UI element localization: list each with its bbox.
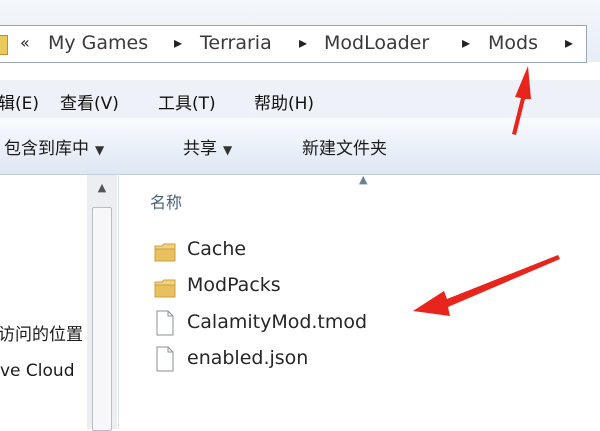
nav-scrollbar[interactable]: ▲	[87, 175, 117, 431]
folder-icon	[0, 35, 8, 55]
share-button[interactable]: 共享 ▼	[183, 134, 232, 159]
address-bar: « My Games ▸ Terraria ▸ ModLoader ▸ Mods…	[0, 0, 600, 63]
breadcrumb-arrow-icon[interactable]: ▸	[565, 33, 573, 52]
breadcrumb-arrow-icon[interactable]: ▸	[174, 33, 182, 52]
menu-view[interactable]: 查看(V)	[60, 89, 119, 114]
new-folder-button[interactable]: 新建文件夹	[302, 134, 387, 159]
scroll-up-icon[interactable]: ▲	[87, 181, 117, 199]
folder-icon	[154, 243, 176, 262]
menu-help[interactable]: 帮助(H)	[254, 89, 314, 114]
menu-tools[interactable]: 工具(T)	[158, 89, 216, 114]
address-box[interactable]: « My Games ▸ Terraria ▸ ModLoader ▸ Mods…	[0, 25, 587, 63]
dropdown-arrow-icon: ▼	[223, 143, 233, 157]
command-bar: 包含到库中 ▼ 共享 ▼ 新建文件夹	[0, 118, 600, 175]
breadcrumb-item-modloader[interactable]: ModLoader	[324, 32, 429, 54]
dropdown-arrow-icon: ▼	[95, 143, 105, 157]
breadcrumb-arrow-icon[interactable]: ▸	[462, 33, 470, 52]
menu-edit[interactable]: 辑(E)	[0, 89, 39, 114]
breadcrumb-item-mods[interactable]: Mods	[488, 32, 538, 54]
scrollbar-thumb[interactable]	[92, 207, 112, 431]
file-icon	[156, 346, 174, 372]
include-in-library-label: 包含到库中	[4, 139, 89, 159]
overflow-chevron-icon[interactable]: «	[20, 33, 30, 52]
file-name: enabled.json	[187, 347, 309, 369]
include-in-library-button[interactable]: 包含到库中 ▼	[4, 134, 104, 159]
file-list: ▲ 名称 Cache ModPacks CalamityMod.tmod ena…	[119, 173, 600, 429]
file-name: Cache	[187, 238, 247, 260]
breadcrumb-arrow-icon[interactable]: ▸	[299, 33, 307, 52]
share-label: 共享	[183, 139, 217, 159]
nav-item-recent-places[interactable]: 访问的位置	[0, 320, 83, 345]
column-header-name[interactable]: 名称	[150, 189, 182, 213]
file-icon	[156, 310, 174, 336]
folder-icon	[154, 279, 176, 298]
menu-bar: 辑(E) 查看(V) 工具(T) 帮助(H)	[0, 80, 600, 118]
nav-item-cloud[interactable]: ve Cloud	[0, 361, 74, 381]
file-name: ModPacks	[187, 274, 281, 296]
breadcrumb-item-my-games[interactable]: My Games	[48, 32, 148, 54]
file-name: CalamityMod.tmod	[187, 311, 368, 333]
sort-up-icon: ▲	[359, 173, 368, 186]
breadcrumb-item-terraria[interactable]: Terraria	[200, 32, 272, 54]
